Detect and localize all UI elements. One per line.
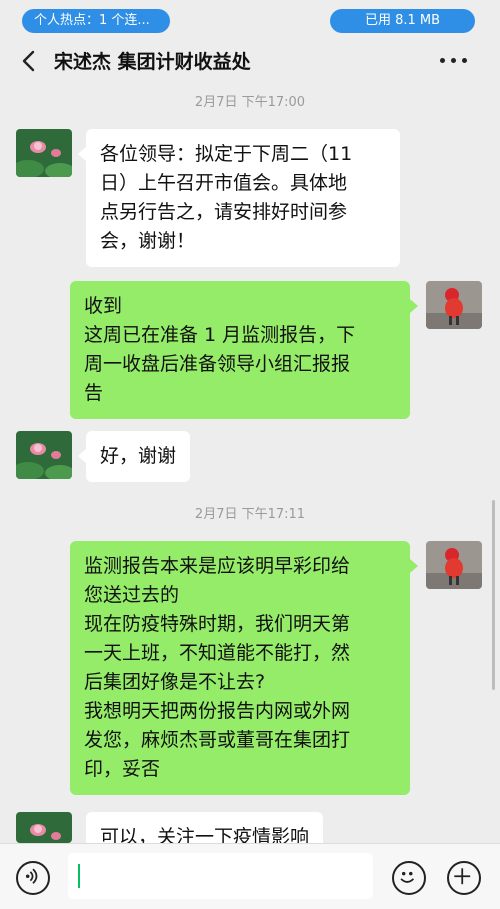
voice-icon xyxy=(25,868,38,884)
lotus-avatar-image xyxy=(16,812,72,843)
message-bubble-incoming[interactable]: 各位领导：拟定于下周二（11 日）上午召开市值会。具体地 点另行告之，请安排好时… xyxy=(78,129,400,267)
message-input[interactable] xyxy=(68,853,373,899)
my-avatar[interactable] xyxy=(426,541,482,589)
message-text: 各位领导：拟定于下周二（11 日）上午召开市值会。具体地 点另行告之，请安排好时… xyxy=(100,143,353,252)
message-text: 可以，关注一下疫情影响 xyxy=(100,826,310,843)
chat-title: 宋述杰 集团计财收益处 xyxy=(54,51,251,73)
emoji-button[interactable] xyxy=(392,861,426,895)
hotspot-indicator[interactable]: 个人热点：1 个连... xyxy=(22,9,170,33)
message-timestamp: 2月7日 下午17:00 xyxy=(194,95,306,110)
message-text: 监测报告本来是应该明早彩印给 您送过去的 现在防疫特殊时期，我们明天第 一天上班… xyxy=(84,555,351,780)
add-button[interactable] xyxy=(447,861,481,895)
scrollbar[interactable] xyxy=(492,500,495,690)
message-text: 好，谢谢 xyxy=(100,445,177,467)
input-bar xyxy=(0,843,500,909)
message-bubble-outgoing[interactable]: 收到 这周已在准备 1 月监测报告，下 周一收盘后准备领导小组汇报报 告 xyxy=(70,281,418,419)
chevron-left-icon[interactable] xyxy=(16,48,42,74)
message-bubble-outgoing[interactable]: 监测报告本来是应该明早彩印给 您送过去的 现在防疫特殊时期，我们明天第 一天上班… xyxy=(70,541,418,795)
sender-avatar[interactable] xyxy=(16,129,72,177)
more-dots-icon[interactable] xyxy=(440,58,470,66)
message-timestamp: 2月7日 下午17:11 xyxy=(194,507,306,522)
lotus-avatar-image xyxy=(16,431,72,479)
plus-icon xyxy=(454,868,471,885)
sender-avatar[interactable] xyxy=(16,431,72,479)
child-avatar-image xyxy=(426,281,482,329)
message-bubble-incoming[interactable]: 好，谢谢 xyxy=(77,431,191,482)
message-text: 收到 这周已在准备 1 月监测报告，下 周一收盘后准备领导小组汇报报 告 xyxy=(84,295,356,404)
sender-avatar[interactable] xyxy=(16,812,72,843)
text-cursor xyxy=(78,864,80,888)
voice-button[interactable] xyxy=(16,861,50,895)
status-bar: 个人热点：1 个连... 已用 8.1 MB xyxy=(0,0,500,40)
data-usage-indicator[interactable]: 已用 8.1 MB xyxy=(330,9,475,33)
my-avatar[interactable] xyxy=(426,281,482,329)
child-avatar-image xyxy=(426,541,482,589)
emoji-icon xyxy=(400,871,415,883)
message-bubble-incoming[interactable]: 可以，关注一下疫情影响 xyxy=(86,812,324,843)
lotus-avatar-image xyxy=(16,129,72,177)
chat-header: 宋述杰 集团计财收益处 xyxy=(0,40,500,82)
